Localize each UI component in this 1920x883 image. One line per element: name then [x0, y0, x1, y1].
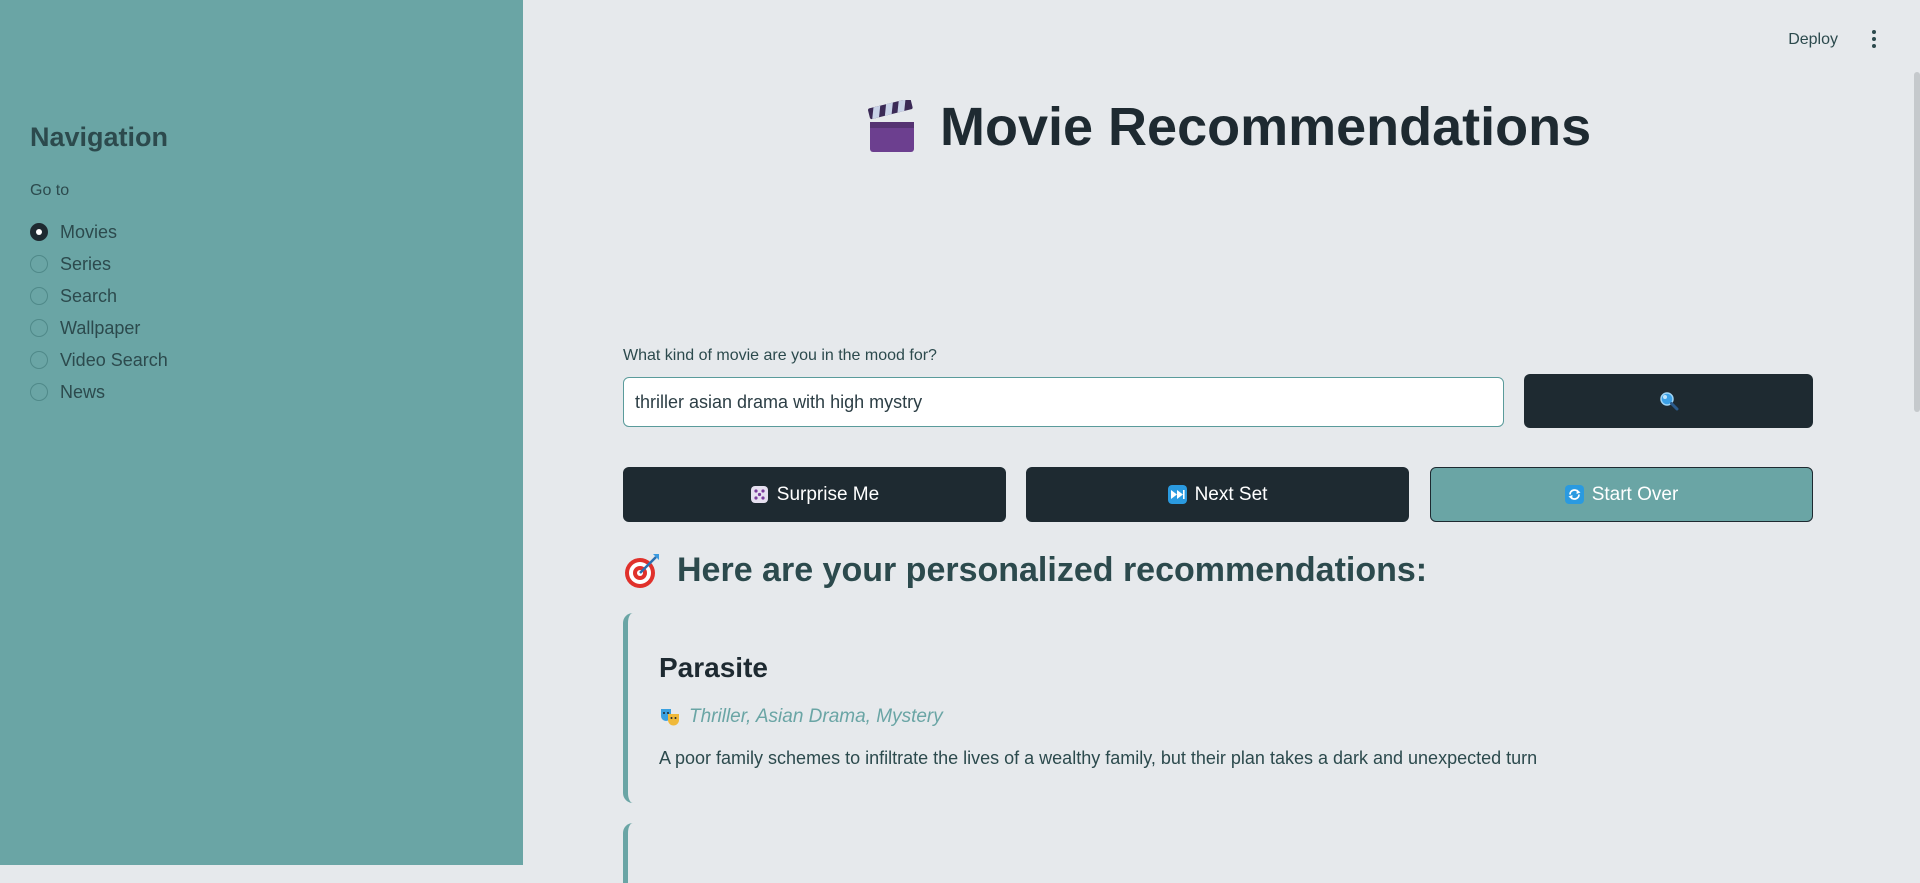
- scrollbar[interactable]: [1914, 72, 1920, 412]
- fast-forward-icon: [1167, 485, 1187, 504]
- goto-label: Go to: [30, 182, 70, 199]
- movie-title: Parasite: [659, 652, 768, 683]
- page-title-text: Movie Recommendations: [940, 97, 1592, 157]
- radio-unselected-icon[interactable]: [30, 255, 48, 273]
- search-input-label: What kind of movie are you in the mood f…: [623, 347, 937, 364]
- clapper-board-icon: [868, 100, 914, 152]
- nav-radio-label: Movies: [60, 221, 118, 242]
- theater-masks-icon: [661, 709, 679, 726]
- recommendation-card-partial: [623, 823, 1813, 883]
- search-button[interactable]: [1524, 374, 1813, 428]
- surprise-me-label: Surprise Me: [776, 483, 880, 505]
- nav-radio-news[interactable]: News: [30, 376, 168, 408]
- magnifier-icon: [1659, 392, 1678, 411]
- recommendation-card: Parasite Thriller, Asian Drama, Mystery …: [623, 613, 1813, 803]
- movie-genres-text: Thriller, Asian Drama, Mystery: [689, 706, 943, 727]
- nav-radio-label: Series: [60, 253, 112, 274]
- deploy-button[interactable]: Deploy: [1788, 31, 1838, 49]
- nav-radio-movies[interactable]: Movies: [30, 216, 168, 248]
- kebab-menu-icon[interactable]: [1870, 30, 1878, 50]
- nav-radio-label: Wallpaper: [60, 317, 141, 338]
- next-set-label: Next Set: [1194, 483, 1268, 505]
- radio-unselected-icon[interactable]: [30, 287, 48, 305]
- radio-unselected-icon[interactable]: [30, 351, 48, 369]
- start-over-button[interactable]: Start Over: [1430, 467, 1813, 522]
- main-content: Deploy Movie Recommendations What kind o…: [523, 0, 1920, 883]
- search-input[interactable]: [623, 377, 1504, 427]
- movie-genres: Thriller, Asian Drama, Mystery: [659, 706, 943, 728]
- nav-radio-search[interactable]: Search: [30, 280, 168, 312]
- refresh-icon: [1564, 485, 1584, 504]
- nav-radio-wallpaper[interactable]: Wallpaper: [30, 312, 168, 344]
- radio-unselected-icon[interactable]: [30, 383, 48, 401]
- nav-radio-group: Movies Series Search Wallpaper Video Sea…: [30, 216, 168, 408]
- start-over-label: Start Over: [1591, 483, 1679, 505]
- nav-radio-video-search[interactable]: Video Search: [30, 344, 168, 376]
- page-title: Movie Recommendations: [868, 96, 1591, 158]
- radio-selected-icon[interactable]: [30, 223, 48, 241]
- surprise-me-button[interactable]: Surprise Me: [623, 467, 1006, 522]
- nav-radio-label: Video Search: [60, 349, 168, 370]
- sidebar: Navigation Go to Movies Series Search Wa…: [0, 0, 523, 865]
- results-heading-text: Here are your personalized recommendatio…: [677, 551, 1428, 589]
- results-heading: Here are your personalized recommendatio…: [623, 551, 1427, 590]
- nav-radio-series[interactable]: Series: [30, 248, 168, 280]
- radio-unselected-icon[interactable]: [30, 319, 48, 337]
- nav-radio-label: News: [60, 381, 106, 402]
- sidebar-title: Navigation: [30, 122, 169, 152]
- nav-radio-label: Search: [60, 285, 118, 306]
- dice-icon: [750, 486, 768, 503]
- target-icon: [625, 553, 659, 588]
- next-set-button[interactable]: Next Set: [1026, 467, 1409, 522]
- movie-description: A poor family schemes to infiltrate the …: [659, 748, 1538, 768]
